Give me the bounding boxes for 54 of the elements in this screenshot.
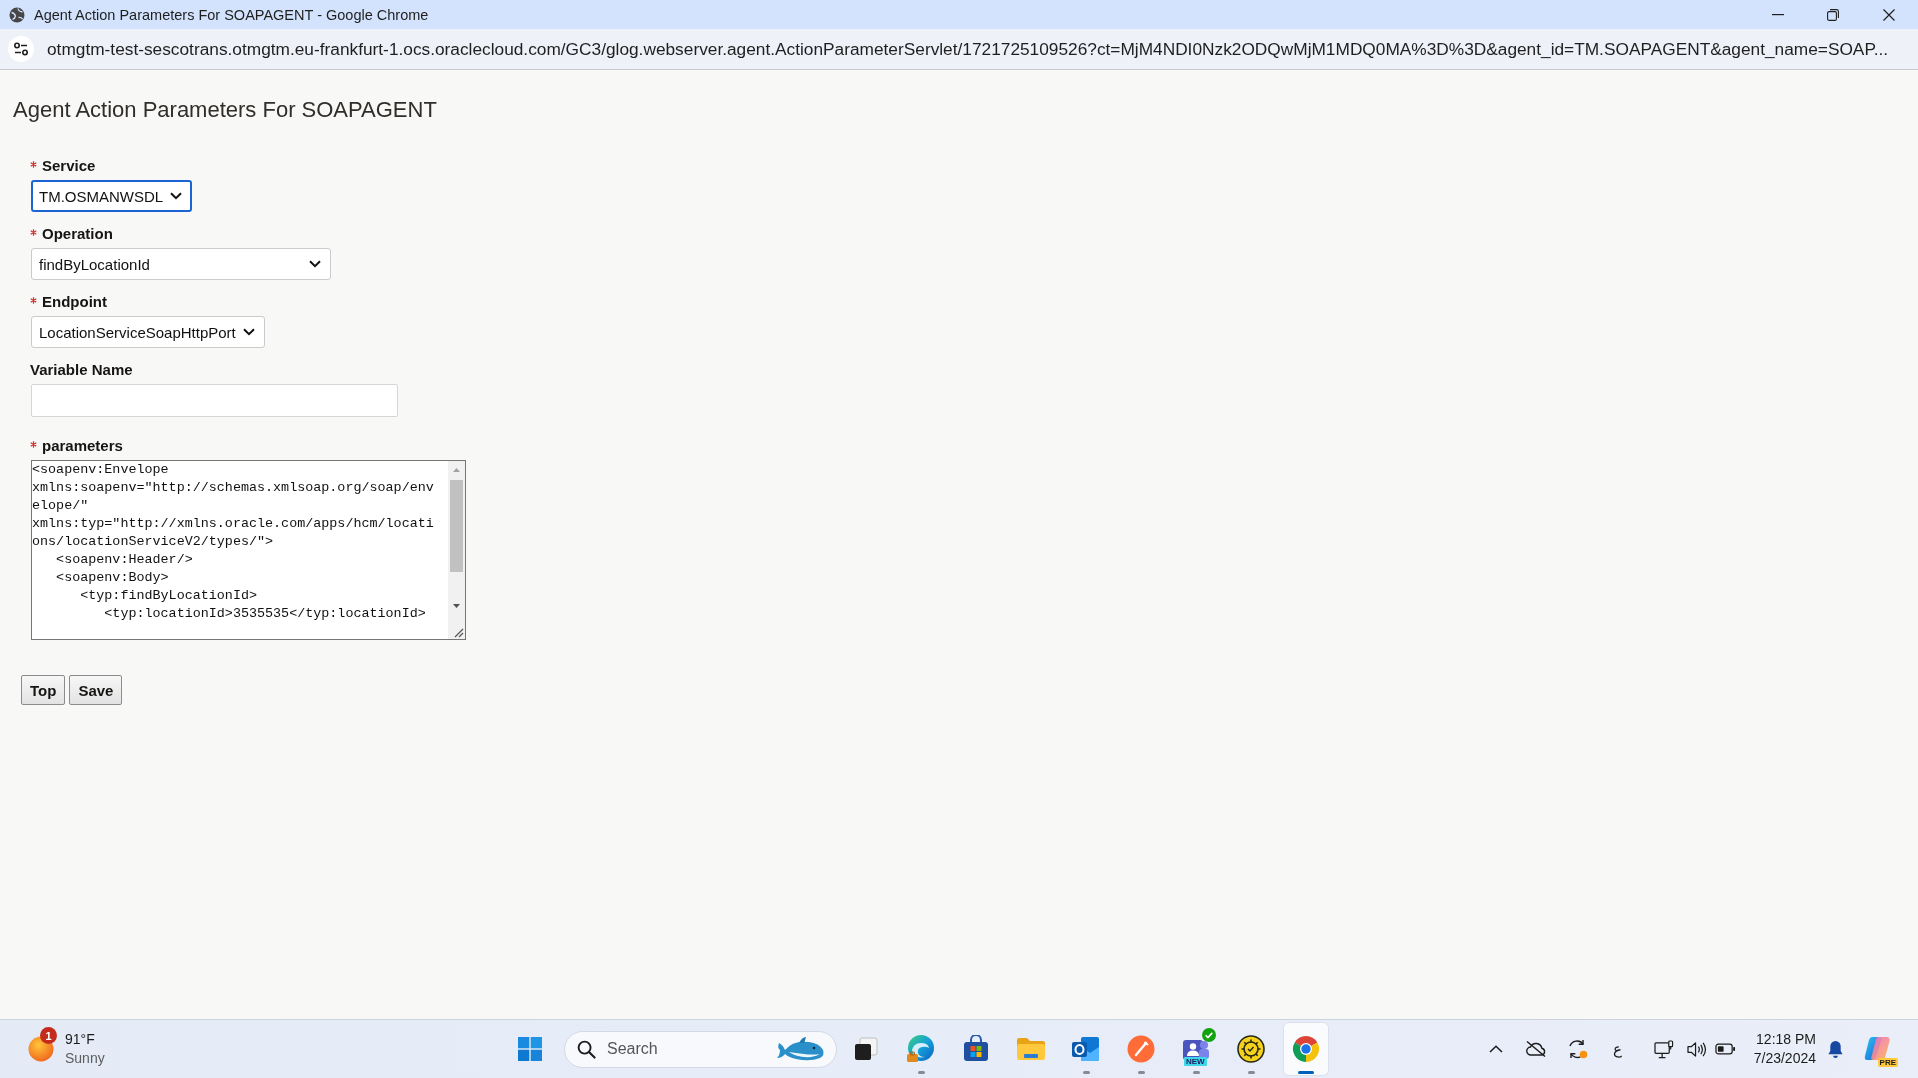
search-field[interactable]: Search [564,1030,837,1068]
action-button[interactable]: Top [21,675,66,705]
url-text: otmgtm-test-sescotrans.otmgtm.eu-frankfurt-1.ocs.oraclecloud.com/GC3/glog.webserver.agent.ActionParameterServlet/1721725109526?ct=MjM4NDI0Nzk2ODQwMjM1MDQ0MA%3D%3D&agent_id=TM.SOAPAGENT&agent_name=SOAP... [47,38,1889,60]
taskbar-button[interactable] [1284,1023,1328,1075]
dropdown[interactable]: TM.OSMANWSDL [31,180,192,212]
app-tag: PRE [1877,1058,1898,1067]
globe-icon [9,6,25,23]
gear-circle-icon[interactable] [1237,1035,1265,1063]
swirl-circle-icon[interactable] [906,1034,936,1064]
bell-icon[interactable] [1827,1039,1844,1059]
window-title: Agent Action Parameters For SOAPAGENT - Google Chrome [34,6,429,23]
field-label: Endpoint [42,293,107,311]
weather-text: Sunny [65,1049,105,1068]
scrollbar[interactable] [448,461,465,622]
field-label: Variable Name [30,361,133,379]
text-area[interactable]: <soapenv:Envelope xmlns:soapenv="http://schemas.xmlsoap.org/soap/envelope/" xmlns:typ="http://xmlns.oracle.com/apps/hcm/locations/locationServiceV2/types/"> <soapenv:Header/> <soapenv:Body> <typ:findByLocationId> <typ:locationId>3535535</typ:locationId> [31,460,466,640]
alert-count: 1 [40,1027,57,1044]
sliders-icon[interactable] [8,36,34,62]
field-label: Operation [42,225,113,243]
folder-icon[interactable] [1016,1036,1046,1062]
search-icon [577,1039,596,1059]
chevron-up-icon[interactable] [1488,1045,1503,1053]
cloud-off-icon[interactable] [1524,1040,1547,1058]
monitor-icon[interactable] [1653,1039,1675,1059]
colorful-blob-icon[interactable] [1863,1034,1893,1062]
field-label: parameters [42,437,123,455]
restore-icon [1826,8,1839,21]
page-heading: Agent Action Parameters For SOAPAGENT [13,97,437,123]
temperature-text: 91°F [65,1030,96,1049]
close-icon [1883,8,1895,21]
clock-date[interactable]: 7/23/2024 [1753,1049,1816,1068]
action-button[interactable]: Save [69,675,123,705]
language-indicator[interactable]: ع [1612,1040,1622,1058]
tricolor-circle-icon[interactable] [1292,1035,1320,1063]
dropdown[interactable]: LocationServiceSoapHttpPort [31,316,265,348]
app-tag: NEW [1184,1057,1207,1066]
battery-icon[interactable] [1714,1043,1736,1055]
dropdown[interactable]: findByLocationId [31,248,331,280]
check-badge-icon [1202,1028,1216,1042]
minimize-icon [1771,13,1784,16]
clock-time[interactable]: 12:18 PM [1756,1030,1816,1049]
chevron-down-icon [309,260,321,268]
speaker-icon[interactable] [1685,1040,1707,1058]
chevron-down-icon [243,328,255,336]
overlapping-squares-icon[interactable] [853,1036,879,1062]
resize-grip-icon[interactable] [448,622,465,639]
pen-circle-icon[interactable] [1127,1035,1155,1063]
input-field[interactable] [31,384,398,417]
chevron-down-icon [170,192,182,200]
whale-icon [777,1035,827,1063]
bag-icon[interactable] [962,1035,990,1063]
four-squares-icon[interactable] [518,1037,542,1061]
field-label: Service [42,157,96,175]
envelope-icon[interactable] [1071,1035,1101,1063]
